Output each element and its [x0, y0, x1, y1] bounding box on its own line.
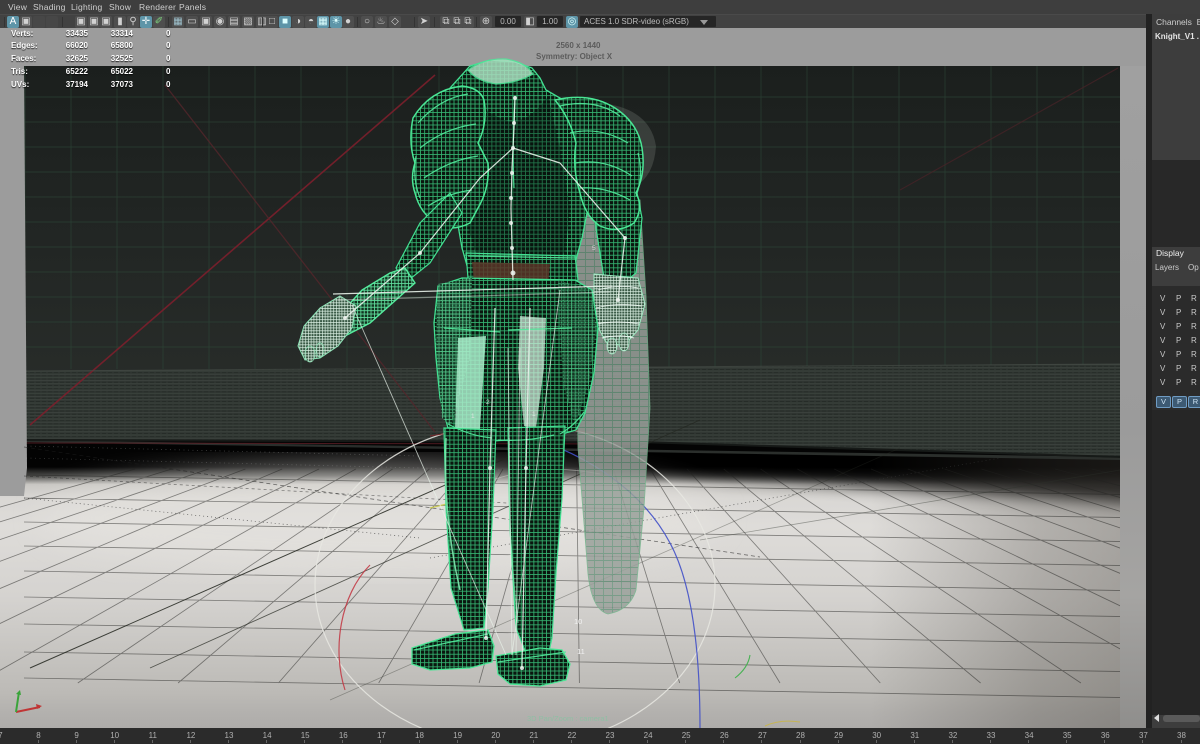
svg-text:Symmetry: Object X: Symmetry: Object X — [536, 52, 613, 61]
svg-text:1: 1 — [532, 411, 536, 418]
svg-text:11: 11 — [577, 647, 585, 656]
svg-text:3D Pan/Zoom : camera1: 3D Pan/Zoom : camera1 — [527, 714, 609, 723]
svg-text:10: 10 — [574, 617, 582, 626]
svg-text:2560 x 1440: 2560 x 1440 — [556, 41, 601, 50]
svg-text:5: 5 — [592, 245, 596, 252]
svg-text:2: 2 — [486, 399, 490, 406]
svg-text:1: 1 — [471, 413, 475, 420]
